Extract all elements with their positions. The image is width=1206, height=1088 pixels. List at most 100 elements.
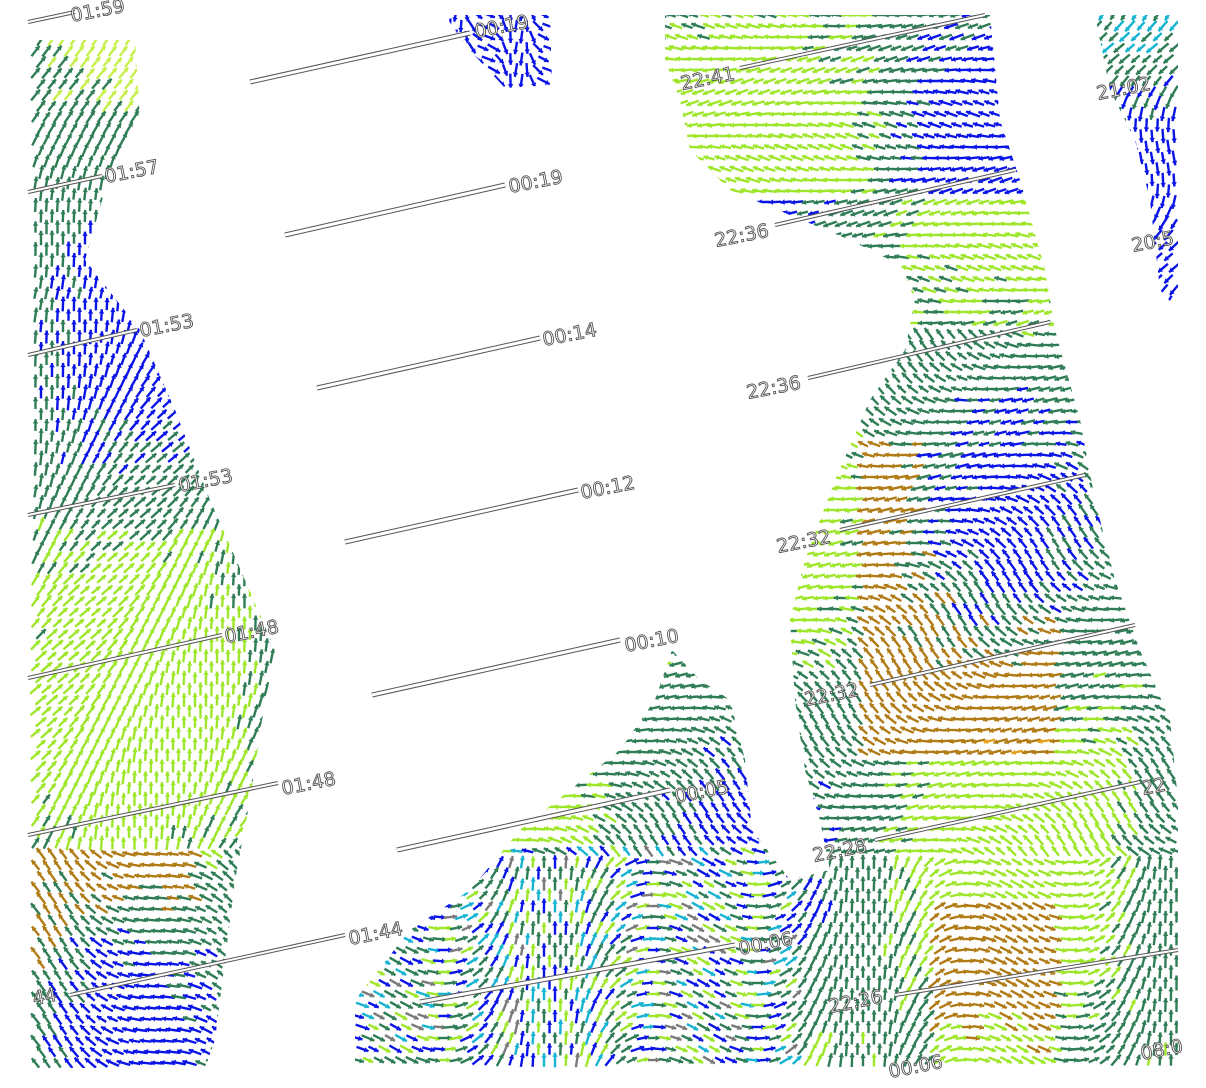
wind-arrow-head bbox=[170, 230, 176, 235]
wind-arrow-shaft bbox=[228, 375, 239, 387]
wind-arrow-shaft bbox=[110, 286, 115, 300]
wind-arrow-shaft bbox=[190, 40, 200, 46]
wind-arrow-shaft bbox=[157, 40, 167, 47]
wind-arrow-head bbox=[192, 209, 198, 214]
wind-arrow-head bbox=[44, 440, 50, 445]
wind-arrow-shaft bbox=[165, 176, 170, 190]
wind-arrow-head bbox=[258, 188, 264, 193]
wind-arrow-head bbox=[120, 837, 127, 842]
wind-arrow-head bbox=[262, 991, 268, 997]
wind-arrow-head bbox=[144, 112, 149, 118]
wind-arrow-head bbox=[233, 67, 239, 73]
wind-arrow-shaft bbox=[258, 165, 264, 179]
wind-arrow-head bbox=[236, 518, 242, 523]
wind-arrow-shaft bbox=[227, 353, 240, 365]
wind-arrow-head bbox=[165, 814, 171, 819]
wind-arrow-shaft bbox=[124, 40, 134, 46]
wind-arrow-shaft bbox=[201, 387, 211, 397]
wind-arrow-shaft bbox=[170, 165, 176, 179]
wind-arrow-head bbox=[87, 220, 94, 225]
wind-arrow-head bbox=[194, 321, 200, 327]
wind-arrow-head bbox=[82, 231, 88, 236]
wind-arrow-head bbox=[357, 34, 363, 40]
wind-arrow-shaft bbox=[242, 528, 247, 542]
wind-arrow-head bbox=[149, 40, 155, 41]
wind-arrow-head bbox=[271, 79, 275, 85]
wind-arrow-head bbox=[225, 275, 231, 280]
wind-arrow-shaft bbox=[1076, 46, 1090, 50]
wind-arrow-head bbox=[65, 351, 72, 356]
wind-arrow-head bbox=[186, 661, 193, 666]
wind-arrow-head bbox=[161, 57, 166, 63]
wind-arrow-head bbox=[244, 353, 250, 359]
wind-arrow-head bbox=[88, 836, 94, 841]
wind-arrow-shaft bbox=[619, 15, 634, 18]
wind-arrow-head bbox=[1138, 15, 1143, 18]
wind-arrow-shaft bbox=[251, 1013, 260, 1025]
wind-arrow-head bbox=[126, 231, 132, 237]
wind-arrow-shaft bbox=[277, 462, 279, 477]
wind-arrow-head bbox=[580, 22, 586, 28]
wind-arrow-shaft bbox=[989, 22, 1001, 30]
wind-arrow-shaft bbox=[220, 176, 225, 190]
wind-arrow-head bbox=[87, 309, 94, 314]
wind-arrow-head bbox=[160, 164, 166, 170]
wind-arrow-shaft bbox=[102, 40, 112, 47]
wind-arrow-head bbox=[614, 22, 620, 28]
wind-arrow-shaft bbox=[165, 264, 170, 278]
wind-arrow-shaft bbox=[261, 332, 272, 342]
wind-arrow-head bbox=[603, 44, 609, 50]
wind-arrow-shaft bbox=[274, 683, 275, 695]
wind-arrow-shaft bbox=[367, 15, 380, 19]
wind-arrow-shaft bbox=[239, 858, 250, 872]
wind-arrow-head bbox=[255, 815, 261, 821]
wind-arrow-shaft bbox=[277, 485, 278, 496]
wind-arrow-head bbox=[255, 838, 260, 844]
wind-arrow-head bbox=[894, 15, 899, 18]
wind-arrow-head bbox=[65, 220, 72, 225]
wind-arrow-head bbox=[203, 649, 209, 654]
wind-arrow-head bbox=[172, 365, 178, 370]
wind-arrow-head bbox=[181, 252, 187, 257]
wind-arrow-shaft bbox=[636, 44, 650, 52]
wind-arrow-shaft bbox=[250, 310, 261, 320]
wind-arrow-head bbox=[121, 197, 127, 203]
wind-arrow-head bbox=[581, 44, 587, 50]
wind-arrow-shaft bbox=[251, 748, 260, 762]
wind-arrow-head bbox=[264, 441, 270, 447]
wind-arrow-head bbox=[184, 365, 190, 370]
wind-arrow-head bbox=[204, 143, 210, 149]
wind-arrow-shaft bbox=[570, 23, 584, 29]
wind-arrow-head bbox=[372, 24, 377, 30]
wind-arrow-shaft bbox=[236, 165, 242, 179]
wind-arrow-head bbox=[268, 981, 274, 987]
wind-arrow-head bbox=[60, 210, 66, 215]
wind-arrow-head bbox=[148, 715, 154, 721]
wind-arrow-head bbox=[242, 682, 248, 687]
wind-arrow-head bbox=[194, 78, 200, 84]
wind-arrow-shaft bbox=[1064, 23, 1080, 29]
wind-arrow-shaft bbox=[564, 34, 579, 40]
wind-arrow-head bbox=[1043, 45, 1048, 51]
wind-arrow-shaft bbox=[261, 858, 272, 872]
wind-arrow-head bbox=[170, 737, 176, 743]
wind-arrow-head bbox=[239, 343, 245, 348]
wind-arrow-shaft bbox=[169, 143, 177, 157]
wind-arrow-head bbox=[110, 197, 116, 203]
wind-arrow-head bbox=[277, 353, 282, 358]
wind-arrow-shaft bbox=[200, 77, 212, 91]
wind-arrow-shaft bbox=[244, 869, 256, 883]
wind-arrow-head bbox=[260, 827, 266, 833]
wind-arrow-shaft bbox=[1032, 22, 1046, 30]
wind-arrow-head bbox=[263, 242, 270, 247]
wind-arrow-shaft bbox=[227, 396, 240, 410]
wind-arrow-head bbox=[199, 46, 204, 52]
wind-arrow-head bbox=[258, 274, 265, 280]
wind-arrow-head bbox=[187, 198, 193, 203]
wind-arrow-shaft bbox=[199, 364, 213, 376]
wind-arrow-head bbox=[1064, 45, 1070, 51]
wind-arrow-shaft bbox=[190, 142, 200, 158]
wind-arrow-shaft bbox=[264, 175, 269, 191]
wind-arrow-head bbox=[188, 90, 194, 96]
wind-arrow-head bbox=[161, 884, 167, 890]
